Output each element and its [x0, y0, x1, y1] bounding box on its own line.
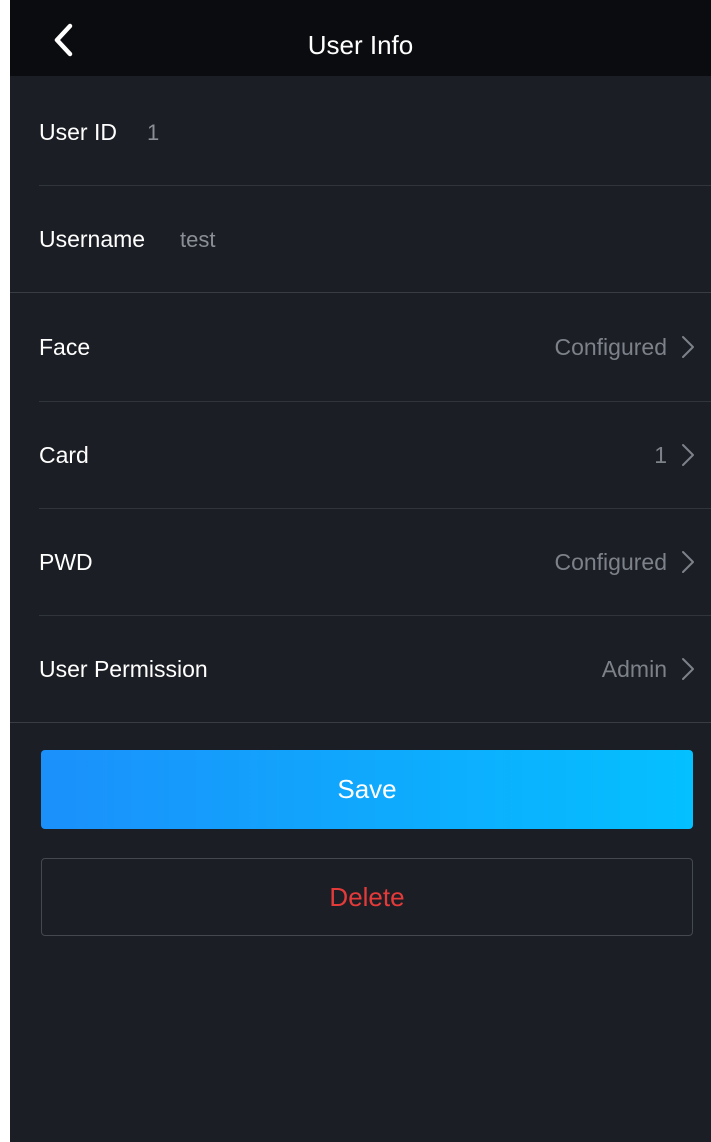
card-label: Card	[39, 442, 89, 468]
user-permission-row[interactable]: User Permission Admin	[10, 616, 711, 723]
delete-button[interactable]: Delete	[41, 858, 693, 936]
user-id-row: User ID 1	[10, 79, 711, 186]
chevron-right-icon	[682, 658, 694, 680]
header-bar: User Info	[10, 0, 711, 76]
card-row[interactable]: Card 1	[10, 402, 711, 509]
face-status: Configured	[554, 334, 667, 360]
page-title: User Info	[307, 30, 414, 60]
user-info-screen: User Info User ID 1 Username test Face C…	[10, 0, 711, 1142]
user-permission-label: User Permission	[39, 656, 208, 682]
section-divider	[10, 292, 711, 293]
pwd-row[interactable]: PWD Configured	[10, 509, 711, 616]
chevron-right-icon	[682, 551, 694, 573]
face-row[interactable]: Face Configured	[10, 294, 711, 401]
chevron-right-icon	[682, 336, 694, 358]
user-permission-value: Admin	[601, 656, 667, 682]
user-id-value: 1	[147, 120, 160, 145]
chevron-right-icon	[682, 444, 694, 466]
user-id-label: User ID	[39, 119, 117, 145]
pwd-label: PWD	[39, 549, 93, 575]
username-value[interactable]: test	[180, 186, 215, 293]
username-row: Username test	[10, 186, 711, 293]
section-divider	[10, 722, 711, 723]
save-button[interactable]: Save	[41, 750, 693, 829]
face-label: Face	[39, 334, 91, 360]
pwd-status: Configured	[554, 549, 667, 575]
card-count: 1	[654, 442, 667, 468]
username-label: Username	[39, 226, 146, 252]
